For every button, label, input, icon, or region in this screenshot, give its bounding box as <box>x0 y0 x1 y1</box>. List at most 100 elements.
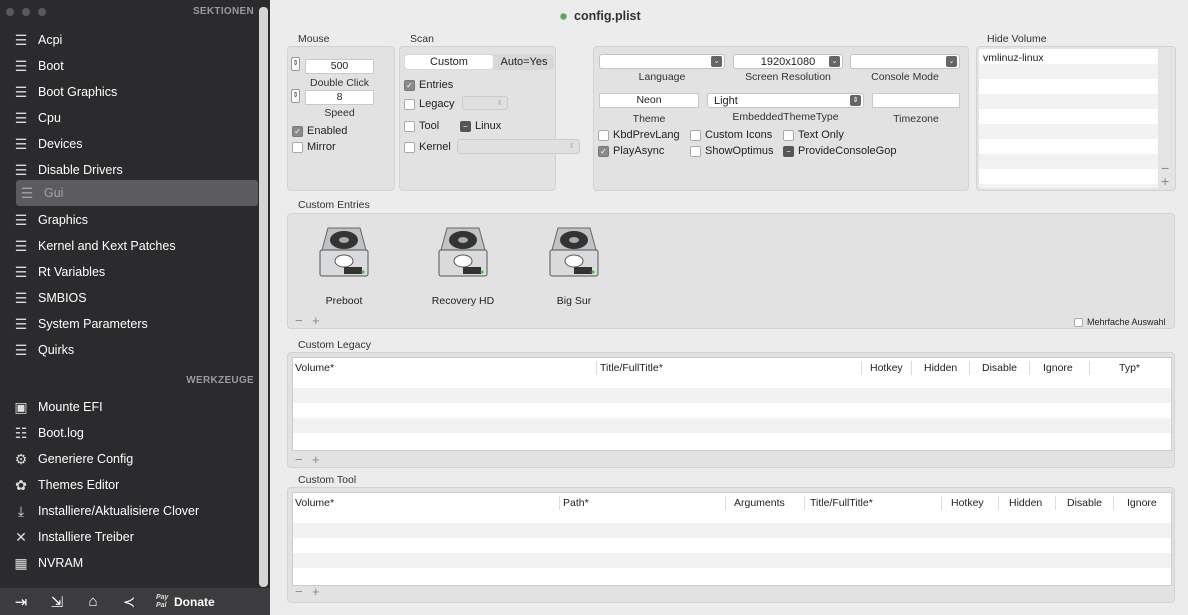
minimize-window-button[interactable] <box>22 8 30 16</box>
checkbox-box: ✓ <box>292 125 303 137</box>
show-optimus-checkbox[interactable]: ShowOptimus <box>690 145 773 157</box>
theme-field[interactable]: Neon <box>599 93 699 108</box>
sidebar-item-system-parameters[interactable]: ☰ System Parameters <box>0 311 258 337</box>
double-click-field[interactable]: 500 <box>305 59 374 74</box>
tool-install-clover[interactable]: ⤓ Installiere/Aktualisiere Clover <box>0 498 258 524</box>
tool-generate-config[interactable]: ⚙ Generiere Config <box>0 446 258 472</box>
tool-install-drivers[interactable]: ✕ Installiere Treiber <box>0 524 258 550</box>
legacy-label: Legacy <box>419 98 455 110</box>
double-click-stepper[interactable]: ⇕ <box>291 57 300 71</box>
remove-tool-button[interactable]: − <box>295 584 307 599</box>
add-volume-button[interactable]: + <box>1161 173 1173 189</box>
scan-segmented-control: Custom Auto=Yes <box>404 54 554 70</box>
timezone-field[interactable] <box>872 93 960 108</box>
list-icon: ☰ <box>14 57 28 74</box>
tools-header: WERKZEUGE <box>186 375 254 386</box>
column-header[interactable]: Ignore <box>1043 362 1073 374</box>
column-header[interactable]: Arguments <box>734 497 785 509</box>
sidebar-item-quirks[interactable]: ☰ Quirks <box>0 337 258 363</box>
sidebar-item-acpi[interactable]: ☰ Acpi <box>0 27 258 53</box>
kernel-popup[interactable]: ⇕ <box>457 139 580 154</box>
column-header[interactable]: Hotkey <box>870 362 903 374</box>
close-window-button[interactable] <box>6 8 14 16</box>
sidebar-item-kernel-kext[interactable]: ☰ Kernel and Kext Patches <box>0 233 258 259</box>
hard-drive-icon <box>319 227 369 277</box>
legacy-popup[interactable]: ⇕ <box>462 96 508 110</box>
scan-seg-auto[interactable]: Auto=Yes <box>494 55 554 69</box>
tool-boot-log[interactable]: ☷ Boot.log <box>0 420 258 446</box>
remove-legacy-button[interactable]: − <box>295 452 307 467</box>
list-item[interactable]: vmlinuz-linux <box>983 52 1044 64</box>
sidebar-item-boot[interactable]: ☰ Boot <box>0 53 258 79</box>
tool-themes-editor[interactable]: ✿ Themes Editor <box>0 472 258 498</box>
share-icon[interactable]: ≺ <box>114 593 144 611</box>
column-header[interactable]: Path* <box>563 497 589 509</box>
kernel-checkbox[interactable]: Kernel <box>404 141 451 153</box>
sidebar-item-smbios[interactable]: ☰ SMBIOS <box>0 285 258 311</box>
sidebar-item-gui[interactable]: ☰ Gui <box>16 180 258 206</box>
console-mode-popup[interactable]: ⌄ <box>850 54 960 69</box>
provide-console-gop-checkbox[interactable]: − ProvideConsoleGop <box>783 145 896 157</box>
donate-button[interactable]: Pay Pal Donate <box>156 594 215 610</box>
export-icon[interactable]: ⇲ <box>42 593 72 611</box>
custom-tool-table[interactable]: Volume* Path* Arguments Title/FullTitle*… <box>292 492 1172 586</box>
scan-seg-custom[interactable]: Custom <box>405 55 493 69</box>
sidebar-item-label: Graphics <box>38 213 89 227</box>
list-icon: ☰ <box>20 184 34 201</box>
tool-checkbox[interactable]: Tool <box>404 120 439 132</box>
speed-stepper[interactable]: ⇕ <box>291 89 300 103</box>
console-mode-label: Console Mode <box>871 71 939 83</box>
column-header[interactable]: Title/FullTitle* <box>810 497 873 509</box>
custom-icons-checkbox[interactable]: Custom Icons <box>690 129 772 141</box>
entry-preboot[interactable]: Preboot <box>314 222 374 307</box>
import-icon[interactable]: ⇥ <box>6 593 36 611</box>
mirror-checkbox[interactable]: Mirror <box>292 141 336 153</box>
zoom-window-button[interactable] <box>38 8 46 16</box>
column-header[interactable]: Title/FullTitle* <box>600 362 663 374</box>
column-header[interactable]: Disable <box>982 362 1017 374</box>
enabled-checkbox[interactable]: ✓ Enabled <box>292 125 347 137</box>
sidebar-item-devices[interactable]: ☰ Devices <box>0 131 258 157</box>
column-header[interactable]: Volume* <box>295 497 334 509</box>
tool-nvram[interactable]: ▦ NVRAM <box>0 550 258 576</box>
add-tool-button[interactable]: + <box>312 584 324 599</box>
sidebar-item-rt-variables[interactable]: ☰ Rt Variables <box>0 259 258 285</box>
column-header[interactable]: Typ* <box>1119 362 1140 374</box>
speed-field[interactable]: 8 <box>305 90 374 105</box>
entries-label: Entries <box>419 79 454 91</box>
column-header[interactable]: Disable <box>1067 497 1102 509</box>
checkbox-box <box>292 141 303 153</box>
multi-select-checkbox[interactable]: Mehrfache Auswahl <box>1074 317 1166 327</box>
custom-legacy-group: Volume* Title/FullTitle* Hotkey Hidden D… <box>287 352 1175 468</box>
add-legacy-button[interactable]: + <box>312 452 324 467</box>
entry-recovery-hd[interactable]: Recovery HD <box>423 222 503 307</box>
remove-entry-button[interactable]: − <box>295 313 307 328</box>
add-entry-button[interactable]: + <box>312 313 324 328</box>
play-async-checkbox[interactable]: ✓ PlayAsync <box>598 145 664 157</box>
column-header[interactable]: Volume* <box>295 362 334 374</box>
text-only-checkbox[interactable]: Text Only <box>783 129 844 141</box>
list-icon: ☰ <box>14 263 28 280</box>
language-popup[interactable]: ⌄ <box>599 54 725 69</box>
linux-checkbox[interactable]: − Linux <box>460 120 501 132</box>
sidebar-item-graphics[interactable]: ☰ Graphics <box>0 207 258 233</box>
kbd-prev-lang-checkbox[interactable]: KbdPrevLang <box>598 129 680 141</box>
column-header[interactable]: Hotkey <box>951 497 984 509</box>
custom-entries-label: Custom Entries <box>298 199 370 211</box>
sidebar-scrollbar[interactable] <box>259 7 268 587</box>
legacy-checkbox[interactable]: Legacy <box>404 98 454 110</box>
hide-volume-list[interactable]: vmlinuz-linux <box>979 49 1158 188</box>
column-header[interactable]: Hidden <box>924 362 957 374</box>
entries-checkbox[interactable]: ✓ Entries <box>404 79 453 91</box>
entry-label: Preboot <box>325 295 363 307</box>
resolution-popup[interactable]: 1920x1080 ⌄ <box>733 54 843 69</box>
tool-mount-efi[interactable]: ▣ Mounte EFI <box>0 394 258 420</box>
column-header[interactable]: Ignore <box>1127 497 1157 509</box>
column-header[interactable]: Hidden <box>1009 497 1042 509</box>
home-icon[interactable]: ⌂ <box>78 593 108 610</box>
sidebar-item-boot-graphics[interactable]: ☰ Boot Graphics <box>0 79 258 105</box>
embedded-theme-popup[interactable]: Light ⇕ <box>707 93 864 108</box>
sidebar-item-cpu[interactable]: ☰ Cpu <box>0 105 258 131</box>
custom-legacy-table[interactable]: Volume* Title/FullTitle* Hotkey Hidden D… <box>292 357 1172 451</box>
entry-big-sur[interactable]: Big Sur <box>544 222 604 307</box>
